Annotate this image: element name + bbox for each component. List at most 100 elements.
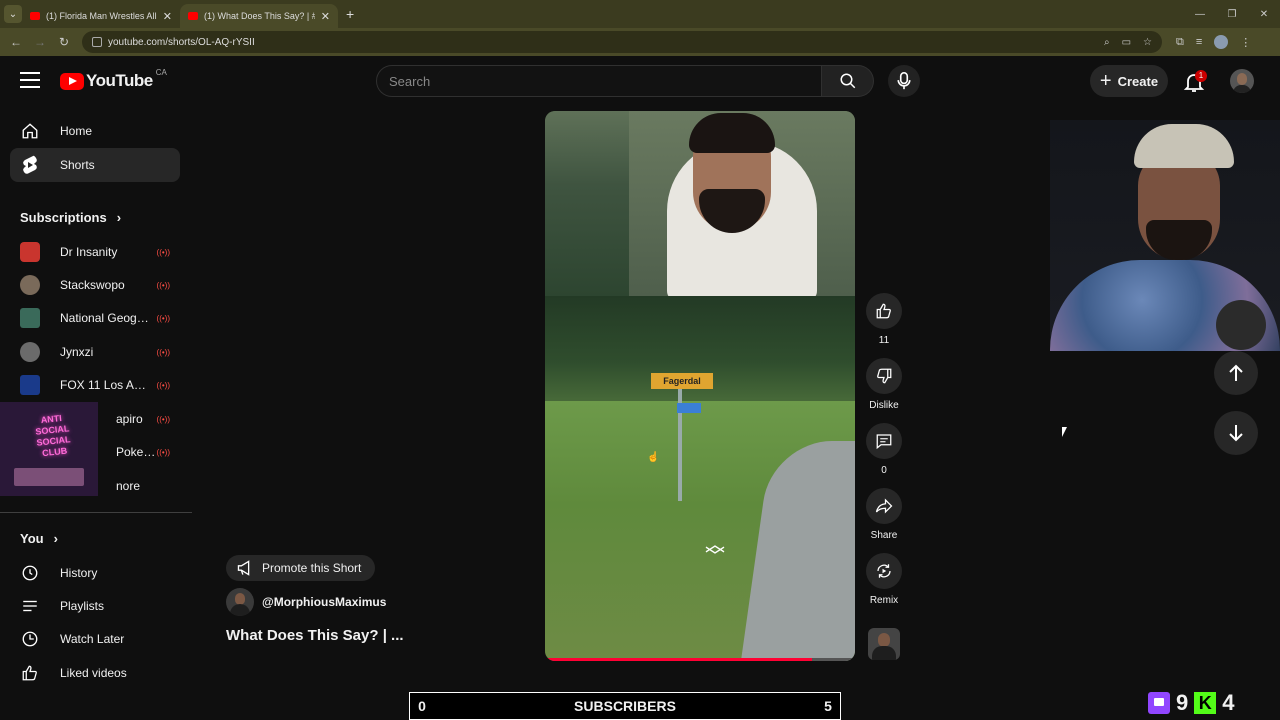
- country-code: CA: [155, 67, 167, 77]
- comment-icon: [876, 434, 892, 450]
- close-tab-icon[interactable]: ✕: [321, 10, 330, 23]
- restore-icon[interactable]: ❐: [1216, 0, 1248, 28]
- bookmark-star-icon[interactable]: ☆: [1143, 37, 1152, 48]
- subscription-item[interactable]: Dr Insanity ((•)): [10, 237, 180, 267]
- tab-search-icon[interactable]: ⌄: [4, 5, 22, 23]
- channel-name: Jynxzi: [60, 345, 94, 359]
- subs-goal-end: 5: [824, 698, 832, 714]
- forward-icon[interactable]: →: [28, 35, 52, 49]
- swipe-hint-icon: ︿ ﹀: [705, 534, 725, 568]
- subs-goal-start: 0: [418, 698, 426, 714]
- mouse-cursor-icon: [1062, 427, 1072, 437]
- subscription-item[interactable]: National Geogra... ((•)): [10, 303, 180, 333]
- video-trees: [545, 296, 855, 406]
- close-window-icon[interactable]: ✕: [1248, 0, 1280, 28]
- channel-avatar: [20, 242, 40, 262]
- search-button[interactable]: [822, 65, 874, 97]
- twitch-icon: [1148, 692, 1170, 714]
- channel-avatar: [20, 308, 40, 328]
- channel-handle[interactable]: @MorphiousMaximus: [262, 595, 386, 609]
- youtube-header: YouTube CA + Create 1: [0, 56, 1280, 108]
- twitch-viewer-count: 9: [1176, 690, 1189, 715]
- live-indicator-icon: ((•)): [156, 380, 170, 390]
- sidebar-item-home[interactable]: Home: [10, 114, 180, 148]
- channel-name: Stackswopo: [60, 278, 125, 292]
- road-sign: Fagerdal: [651, 373, 713, 389]
- promote-short-button[interactable]: Promote this Short: [226, 555, 376, 581]
- youtube-favicon-icon: [30, 12, 40, 20]
- desk-image: [14, 468, 84, 486]
- streamer-webcam: [1050, 120, 1280, 351]
- new-tab-icon[interactable]: +: [346, 6, 354, 22]
- subscriptions-header[interactable]: Subscriptions ›: [20, 210, 121, 225]
- sidebar-item-liked-videos[interactable]: Liked videos: [10, 656, 180, 690]
- voice-search-button[interactable]: [888, 65, 920, 97]
- sidebar: Home Shorts Subscriptions › Dr Insanity …: [0, 108, 192, 688]
- tab-title: (1) Florida Man Wrestles Alligator: [46, 11, 157, 21]
- browser-menu-icon[interactable]: ⋮: [1240, 36, 1251, 49]
- comments-button[interactable]: [866, 423, 902, 459]
- subscription-item[interactable]: FOX 11 Los Ang... ((•)): [10, 370, 180, 400]
- video-progress-bar[interactable]: [545, 658, 855, 661]
- back-icon[interactable]: ←: [4, 35, 28, 49]
- short-title[interactable]: What Does This Say? | ...: [226, 627, 404, 644]
- next-short-button[interactable]: [1214, 411, 1258, 455]
- dislike-button[interactable]: [866, 358, 902, 394]
- search-icon: [840, 73, 855, 89]
- minimize-icon[interactable]: —: [1184, 0, 1216, 28]
- sidebar-item-watch-later[interactable]: Watch Later: [10, 622, 180, 656]
- subscription-item[interactable]: Stackswopo ((•)): [10, 270, 180, 300]
- playlists-icon: [20, 596, 40, 616]
- site-info-icon[interactable]: [92, 37, 102, 47]
- watch-later-icon: [20, 629, 40, 649]
- subscription-item[interactable]: Jynxzi ((•)): [10, 337, 180, 367]
- comments-action: 0: [866, 423, 902, 476]
- create-button[interactable]: + Create: [1090, 65, 1168, 97]
- like-action: 11: [866, 293, 902, 346]
- short-video-player[interactable]: Fagerdal ︿ ﹀: [545, 111, 855, 661]
- profile-icon[interactable]: [1214, 35, 1229, 49]
- sidebar-item-history[interactable]: History: [10, 556, 180, 590]
- thumbs-down-icon: [877, 368, 892, 384]
- create-label: Create: [1117, 73, 1159, 89]
- sidebar-item-playlists[interactable]: Playlists: [10, 589, 180, 623]
- youtube-logo[interactable]: YouTube CA: [60, 67, 167, 91]
- live-indicator-icon: ((•)): [156, 414, 170, 424]
- remix-icon: [877, 564, 891, 578]
- subs-goal-label: SUBSCRIBERS: [574, 698, 676, 714]
- zoom-icon[interactable]: ⌕: [1104, 37, 1110, 48]
- previous-short-button[interactable]: [1214, 351, 1258, 395]
- share-action: Share: [866, 488, 902, 541]
- dislike-label: Dislike: [869, 400, 899, 411]
- channel-thumbnail[interactable]: [868, 628, 900, 660]
- extensions-icon[interactable]: ⧉: [1176, 36, 1184, 49]
- home-icon: [20, 121, 40, 141]
- creator-facecam: [629, 111, 855, 301]
- browser-tab-1[interactable]: (1) Florida Man Wrestles Alligator ✕: [22, 4, 180, 28]
- reload-icon[interactable]: ↻: [52, 35, 76, 49]
- sidebar-item-label: History: [60, 566, 98, 580]
- search-input[interactable]: [376, 65, 822, 97]
- share-button[interactable]: [866, 488, 902, 524]
- browser-tab-2[interactable]: (1) What Does This Say? | # ✕: [180, 4, 338, 28]
- thumbs-up-icon: [876, 303, 891, 319]
- tab-title: (1) What Does This Say? | #: [204, 11, 315, 21]
- like-button[interactable]: [866, 293, 902, 329]
- media-controls-icon[interactable]: ≡: [1196, 36, 1202, 48]
- hamburger-menu-icon[interactable]: [20, 72, 40, 88]
- like-count: 11: [878, 335, 890, 346]
- account-avatar[interactable]: [1230, 69, 1254, 93]
- cast-icon[interactable]: ▭: [1122, 37, 1131, 48]
- sidebar-item-shorts[interactable]: Shorts: [10, 148, 180, 182]
- address-bar[interactable]: youtube.com/shorts/OL-AQ-rYSII ⌕ ▭ ☆: [82, 31, 1162, 53]
- window-controls: — ❐ ✕: [1184, 0, 1280, 28]
- kick-viewer-count: 4: [1222, 690, 1235, 715]
- logo-text: YouTube: [86, 71, 153, 90]
- channel-info[interactable]: @MorphiousMaximus: [226, 588, 386, 616]
- search-box: [376, 65, 874, 97]
- you-header[interactable]: You ›: [20, 531, 58, 546]
- neon-sign-text: ANTI SOCIAL SOCIAL CLUB: [34, 413, 71, 459]
- remix-button[interactable]: [866, 553, 902, 589]
- close-tab-icon[interactable]: ✕: [163, 10, 172, 23]
- channel-avatar[interactable]: [226, 588, 254, 616]
